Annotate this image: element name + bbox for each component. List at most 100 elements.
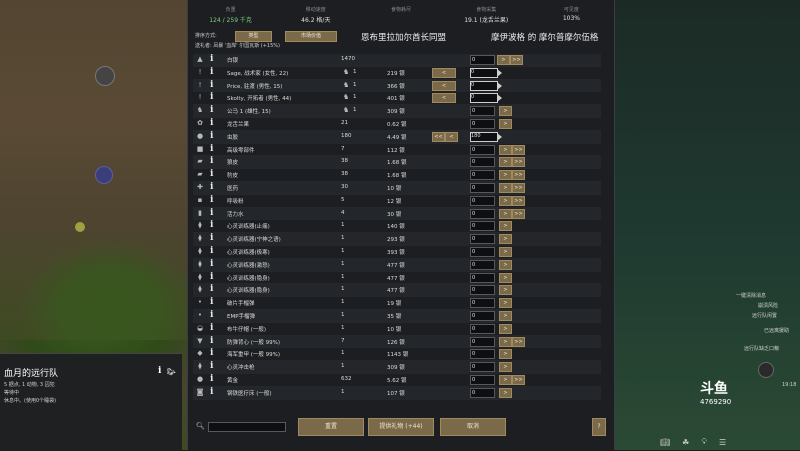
info-button[interactable]: i: [210, 310, 213, 321]
info-button[interactable]: i: [210, 284, 213, 295]
alert-far[interactable]: 已远离援助: [764, 327, 789, 334]
alert-clear[interactable]: 一键清除消息: [736, 292, 766, 299]
quantity-field[interactable]: 0: [470, 195, 495, 206]
quantity-field[interactable]: 0: [470, 387, 495, 398]
give-button[interactable]: >: [497, 55, 510, 65]
give-button[interactable]: >: [499, 144, 512, 155]
cancel-button[interactable]: 取消: [440, 418, 506, 436]
quantity-field[interactable]: 0: [470, 272, 495, 283]
quantity-field[interactable]: 0: [470, 246, 495, 257]
info-button[interactable]: i: [210, 233, 213, 244]
take-left-button[interactable]: <: [432, 80, 456, 91]
quantity-field[interactable]: 0: [470, 106, 495, 117]
quantity-field[interactable]: 0: [470, 182, 495, 193]
quantity-field[interactable]: 0: [470, 374, 495, 385]
site-marker[interactable]: [75, 222, 85, 232]
info-button[interactable]: i: [210, 195, 213, 206]
info-button[interactable]: i: [210, 246, 213, 257]
quantity-field[interactable]: 0: [470, 259, 495, 270]
give-button[interactable]: >: [499, 221, 512, 232]
info-button[interactable]: i: [210, 272, 213, 283]
give-button[interactable]: >: [499, 106, 512, 117]
info-button[interactable]: i: [210, 208, 213, 219]
quantity-field[interactable]: 0: [470, 118, 495, 129]
info-button[interactable]: i: [210, 131, 213, 142]
give-all-button[interactable]: >>: [512, 144, 525, 155]
give-all-button[interactable]: >>: [512, 157, 525, 168]
info-button[interactable]: i: [210, 374, 213, 385]
info-icon[interactable]: i: [158, 366, 161, 376]
info-button[interactable]: i: [210, 220, 213, 231]
quantity-field[interactable]: 0: [470, 157, 495, 168]
sort-by-value-button[interactable]: 市场价值: [285, 31, 337, 42]
take-left-button[interactable]: <: [445, 131, 458, 142]
give-all-button[interactable]: >>: [512, 374, 525, 385]
info-button[interactable]: i: [210, 54, 213, 65]
give-all-button[interactable]: >>: [512, 208, 525, 219]
give-button[interactable]: >: [499, 259, 512, 270]
info-button[interactable]: i: [210, 387, 213, 398]
give-button[interactable]: >: [499, 387, 512, 398]
quantity-field[interactable]: 0: [470, 323, 495, 334]
quantity-field[interactable]: 0: [470, 93, 491, 101]
give-button[interactable]: >: [499, 336, 512, 347]
quantity-field[interactable]: 0: [470, 285, 495, 296]
quantity-field[interactable]: 0: [470, 170, 495, 181]
map-marker-right[interactable]: [758, 362, 774, 378]
alert-idle[interactable]: 远行队闲置: [752, 312, 777, 319]
quantity-field[interactable]: 0: [470, 298, 495, 309]
offer-gift-button[interactable]: 提供礼物 (+44): [368, 418, 434, 436]
info-button[interactable]: i: [210, 336, 213, 347]
info-button[interactable]: i: [210, 169, 213, 180]
quantity-field[interactable]: 0: [470, 336, 495, 347]
give-button[interactable]: >: [499, 182, 512, 193]
take-left-button[interactable]: <: [432, 93, 456, 104]
give-button[interactable]: >: [499, 118, 512, 129]
info-button[interactable]: i: [210, 92, 213, 103]
alert-food[interactable]: 远行队缺乏口粮: [744, 345, 779, 352]
give-button[interactable]: >: [499, 208, 512, 219]
alert-breakdown[interactable]: 崩溃风险: [758, 302, 778, 309]
info-button[interactable]: i: [210, 80, 213, 91]
quantity-field[interactable]: 0: [470, 68, 491, 76]
caravan-marker[interactable]: [95, 166, 113, 184]
give-button[interactable]: >: [499, 246, 512, 257]
quantity-field[interactable]: 0: [470, 362, 495, 373]
quantity-field[interactable]: 0: [470, 310, 495, 321]
help-button[interactable]: ?: [592, 418, 606, 436]
give-all-button[interactable]: >>: [512, 336, 525, 347]
info-button[interactable]: i: [210, 259, 213, 270]
info-button[interactable]: i: [210, 105, 213, 116]
menu-icon[interactable]: ☰: [719, 438, 726, 447]
give-button[interactable]: >: [499, 298, 512, 309]
settlement-marker[interactable]: [95, 66, 115, 86]
book-icon[interactable]: 📖︎: [660, 438, 670, 447]
quantity-field[interactable]: 180: [470, 132, 491, 140]
give-all-button[interactable]: >>: [512, 182, 525, 193]
give-button[interactable]: >: [499, 349, 512, 360]
take-left-button[interactable]: <: [432, 67, 456, 78]
quantity-field[interactable]: 0: [470, 234, 495, 245]
give-button[interactable]: >: [499, 374, 512, 385]
quantity-field[interactable]: 0: [470, 55, 495, 65]
give-all-button[interactable]: >>: [512, 195, 525, 206]
quantity-field[interactable]: 0: [470, 221, 495, 232]
info-button[interactable]: i: [210, 297, 213, 308]
faction-icon[interactable]: ☘: [682, 438, 689, 447]
info-button[interactable]: i: [210, 144, 213, 155]
take-all-left-button[interactable]: <<: [432, 131, 445, 142]
give-button[interactable]: >: [499, 310, 512, 321]
give-button[interactable]: >: [499, 362, 512, 373]
give-all-button[interactable]: >>: [512, 170, 525, 181]
give-button[interactable]: >: [499, 323, 512, 334]
search-input[interactable]: [208, 422, 286, 432]
quantity-field[interactable]: 0: [470, 208, 495, 219]
give-button[interactable]: >: [499, 234, 512, 245]
info-button[interactable]: i: [210, 361, 213, 372]
caravan-icon[interactable]: 🐎︎: [167, 368, 176, 376]
quantity-field[interactable]: 0: [470, 349, 495, 360]
give-all-button[interactable]: >>: [510, 55, 523, 65]
info-button[interactable]: i: [210, 348, 213, 359]
quantity-field[interactable]: 0: [470, 81, 491, 89]
sort-by-category-button[interactable]: 类型: [235, 31, 272, 42]
